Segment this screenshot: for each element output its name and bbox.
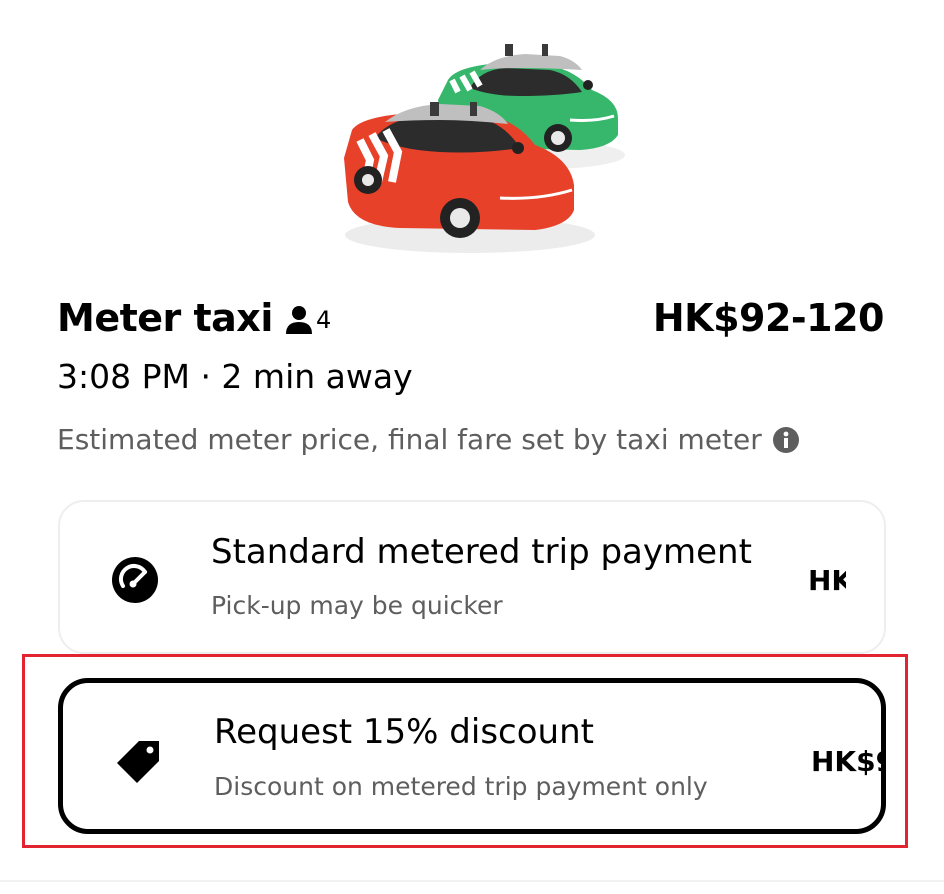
discount-option-price: HK$9 (811, 742, 881, 782)
discount-option-description: Discount on metered trip payment only (214, 772, 708, 801)
standard-option-price-text: HK (808, 564, 846, 597)
capacity-indicator: 4 (285, 303, 331, 337)
discount-option[interactable]: Request 15% discount Discount on metered… (58, 678, 886, 834)
info-icon[interactable] (772, 426, 800, 454)
meter-gauge-icon (112, 557, 158, 603)
price-tag-icon (117, 741, 159, 783)
standard-option-title: Standard metered trip payment (211, 532, 752, 572)
price-range: HK$92-120 (652, 296, 885, 340)
discount-option-price-text: HK$9 (811, 745, 881, 778)
capacity-count: 4 (316, 306, 332, 334)
eta-text: 3:08 PM · 2 min away (57, 357, 413, 396)
ride-type-title: Meter taxi (57, 296, 273, 340)
taxi-illustration (344, 44, 625, 253)
standard-option-price: HK (808, 561, 846, 601)
fare-note: Estimated meter price, final fare set by… (57, 420, 800, 460)
discount-option-title: Request 15% discount (214, 712, 594, 752)
bottom-divider (0, 880, 944, 882)
standard-payment-option[interactable]: Standard metered trip payment Pick-up ma… (58, 500, 886, 654)
standard-option-description: Pick-up may be quicker (211, 591, 503, 620)
fare-note-text: Estimated meter price, final fare set by… (57, 423, 762, 456)
person-icon (286, 306, 312, 334)
